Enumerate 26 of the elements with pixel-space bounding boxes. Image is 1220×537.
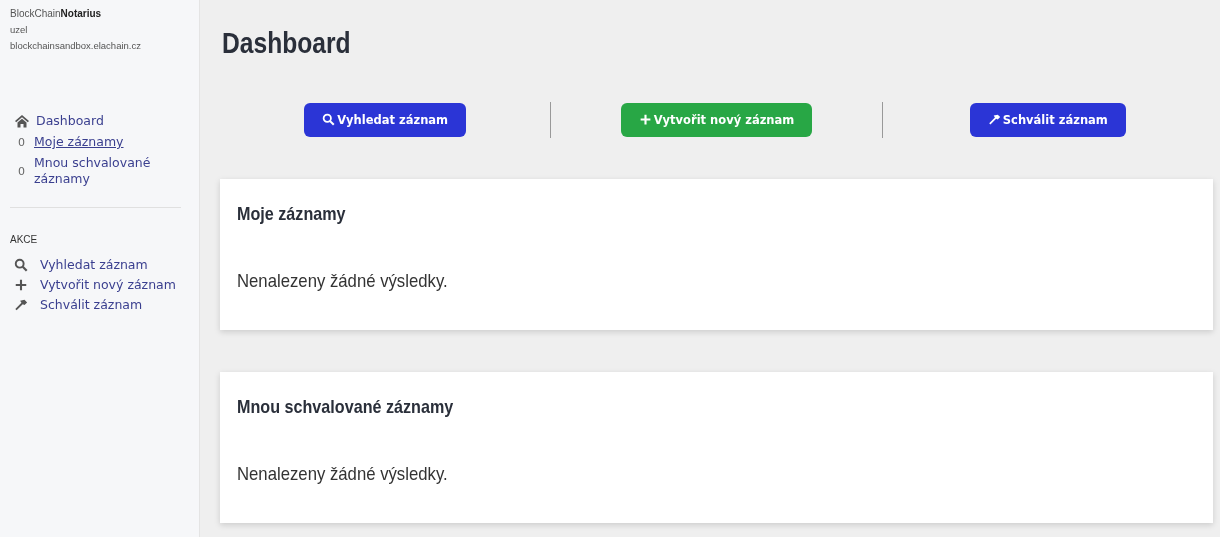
node-label: uzel (10, 24, 29, 35)
count-label: 0 (18, 164, 26, 178)
brand-name: BlockChainNotarius (10, 8, 103, 19)
count-label: 0 (18, 135, 26, 149)
action-link[interactable]: Schválit záznam (40, 297, 143, 312)
empty-message: Nenalezeny žádné výsledky. (237, 270, 449, 292)
search-icon (14, 257, 28, 272)
action-link[interactable]: Vyhledat záznam (40, 257, 148, 272)
nav-link[interactable]: Moje záznamy (34, 134, 164, 150)
hammer-icon (14, 297, 28, 312)
action-link[interactable]: Vytvořit nový záznam (40, 277, 176, 292)
host-name: blockchainsandbox.elachain.cz (10, 40, 142, 51)
plus-icon (638, 113, 652, 126)
nav-link[interactable]: Dashboard (36, 113, 166, 129)
search-icon (322, 113, 336, 126)
hammer-icon (987, 113, 1001, 126)
empty-message: Nenalezeny žádné výsledky. (237, 463, 449, 485)
home-icon (14, 114, 30, 128)
action-button[interactable]: Vyhledat záznam (304, 102, 467, 137)
section-heading: AKCE (10, 234, 39, 245)
page-title: Dashboard (222, 26, 352, 60)
card-title: Moje záznamy (237, 203, 347, 225)
card-title: Mnou schvalované záznamy (237, 396, 455, 418)
plus-icon (14, 277, 28, 292)
action-button[interactable]: Schválit záznam (969, 102, 1126, 137)
nav-link[interactable]: Mnou schvalované záznamy (34, 155, 164, 187)
